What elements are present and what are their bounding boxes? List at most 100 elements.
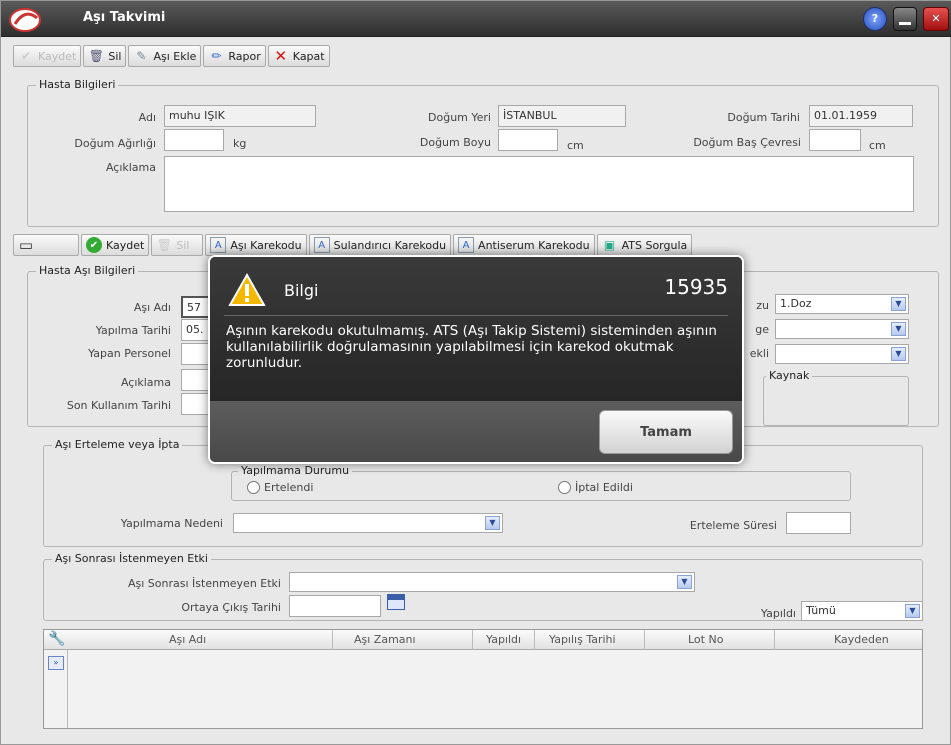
report-button[interactable]: ✏ Rapor: [203, 45, 266, 67]
chevron-down-icon: ▼: [485, 516, 500, 530]
vaccine-description-label: Açıklama: [120, 376, 171, 389]
radio-circle: [247, 481, 260, 494]
add-vaccine-button[interactable]: ✎ Aşı Ekle: [128, 45, 202, 67]
description-label: Açıklama: [105, 161, 156, 174]
expiry-date-label: Son Kullanım Tarihi: [66, 399, 171, 412]
source-legend: Kaynak: [766, 369, 813, 382]
trash-icon: 🗑: [156, 238, 172, 252]
syringe-icon: ✎: [136, 49, 147, 63]
radio-circle: [558, 481, 571, 494]
done-select[interactable]: Tümü ▼: [801, 601, 923, 621]
birthplace-field[interactable]: İSTANBUL: [498, 105, 626, 127]
new-record-button[interactable]: ▭: [13, 234, 79, 256]
reason-label: Yapılmama Nedeni: [120, 517, 223, 530]
name-field[interactable]: muhu IŞIK: [164, 105, 316, 127]
dialog-code: 15935: [664, 275, 728, 299]
chevron-down-icon: ▼: [905, 604, 920, 618]
diluent-barcode-button[interactable]: A Sulandırıcı Karekodu: [308, 234, 452, 256]
birthplace-label: Doğum Yeri: [428, 111, 491, 124]
region-label: ge: [755, 323, 769, 336]
check-icon: ✔: [20, 49, 32, 63]
col-done[interactable]: Yapıldı: [486, 633, 521, 646]
wrench-icon[interactable]: 🔧: [48, 631, 65, 647]
query-icon: ▣: [603, 238, 616, 252]
delete-vaccine-button[interactable]: 🗑 Sil: [151, 234, 204, 256]
onset-date-field[interactable]: [289, 595, 381, 617]
vaccine-grid: 🔧 Aşı Adı Aşı Zamanı Yapıldı Yapılış Tar…: [43, 629, 923, 729]
save-button[interactable]: ✔ Kaydet: [13, 45, 82, 67]
name-label: Adı: [138, 111, 156, 124]
ok-button[interactable]: Tamam: [599, 410, 733, 454]
staff-label: Yapan Personel: [88, 347, 171, 360]
col-lot-no[interactable]: Lot No: [688, 633, 723, 646]
delete-button[interactable]: 🗑 Sil: [83, 45, 127, 67]
postpone-duration-field[interactable]: [786, 512, 851, 534]
dialog-message: Aşının karekodu okutulmamış. ATS (Aşı Ta…: [226, 323, 717, 371]
region-select[interactable]: ▼: [775, 319, 909, 339]
dialog-title: Bilgi: [284, 281, 319, 300]
check-icon: ✔: [86, 237, 102, 253]
grid-row-gutter: [44, 650, 68, 728]
onset-date-label: Ortaya Çıkış Tarihi: [181, 601, 281, 614]
col-done-date[interactable]: Yapılış Tarihi: [549, 633, 616, 646]
postponed-radio[interactable]: Ertelendi: [247, 481, 313, 494]
new-doc-icon: ▭: [18, 236, 34, 254]
antiserum-barcode-button[interactable]: A Antiserum Karekodu: [453, 234, 595, 256]
height-field[interactable]: [498, 129, 558, 151]
main-window: Aşı Takvimi ? ✕ ✔ Kaydet 🗑 Sil ✎ Aşı Ekle ✏…: [0, 0, 951, 745]
pencil-icon: ✏: [211, 49, 222, 63]
postpone-duration-label: Erteleme Süresi: [689, 519, 777, 532]
title-bar: Aşı Takvimi ? ✕: [1, 1, 951, 37]
status-legend: Yapılmama Durumu: [238, 464, 353, 477]
dose-select[interactable]: 1.Doz ▼: [775, 294, 909, 314]
col-vaccine-name[interactable]: Aşı Adı: [169, 633, 206, 646]
col-vaccine-time[interactable]: Aşı Zamanı: [354, 633, 416, 646]
vaccine-barcode-button[interactable]: A Aşı Karekodu: [205, 234, 307, 256]
help-icon[interactable]: ?: [863, 7, 887, 31]
weight-label: Doğum Ağırlığı: [74, 137, 156, 150]
cancelled-radio[interactable]: İptal Edildi: [558, 481, 633, 494]
description-field[interactable]: [164, 156, 914, 212]
trash-icon: 🗑: [88, 49, 104, 63]
save-vaccine-button[interactable]: ✔ Kaydet: [81, 234, 150, 256]
source-group: Kaynak: [763, 369, 909, 426]
app-logo-icon: [9, 8, 41, 32]
adverse-effect-select[interactable]: ▼: [289, 572, 695, 592]
window-title: Aşı Takvimi: [83, 10, 166, 25]
head-circumference-field[interactable]: [809, 129, 861, 151]
adverse-effect-legend: Aşı Sonrası İstenmeyen Etki: [52, 552, 211, 565]
calendar-icon[interactable]: [387, 594, 405, 610]
dose-label: zu: [756, 299, 769, 312]
ats-query-button[interactable]: ▣ ATS Sorgula: [596, 234, 693, 256]
chevron-down-icon: ▼: [677, 575, 692, 589]
method-select[interactable]: ▼: [775, 344, 909, 364]
head-circumference-unit: cm: [869, 139, 886, 152]
vaccine-info-legend: Hasta Aşı Bilgileri: [36, 264, 139, 277]
height-label: Doğum Boyu: [419, 136, 491, 149]
head-circumference-label: Doğum Baş Çevresi: [693, 136, 801, 149]
reason-select[interactable]: ▼: [233, 513, 503, 533]
height-unit: cm: [567, 139, 584, 152]
minimize-icon[interactable]: [893, 7, 917, 31]
vaccination-date-label: Yapılma Tarihi: [95, 324, 171, 337]
weight-unit: kg: [233, 137, 247, 150]
chevron-down-icon: ▼: [891, 322, 906, 336]
barcode-icon: A: [210, 237, 227, 253]
col-recorded-by[interactable]: Kaydeden: [834, 633, 889, 646]
done-label: Yapıldı: [760, 607, 796, 620]
grid-header: 🔧 Aşı Adı Aşı Zamanı Yapıldı Yapılış Tar…: [44, 630, 922, 650]
close-button[interactable]: ✕ Kapat: [267, 45, 330, 67]
close-window-icon[interactable]: ✕: [923, 7, 949, 31]
warning-icon: [228, 273, 266, 306]
patient-info-legend: Hasta Bilgileri: [36, 78, 119, 91]
status-group: Yapılmama Durumu: [231, 464, 851, 501]
chevron-down-icon: ▼: [891, 347, 906, 361]
chevron-down-icon: ▼: [891, 297, 906, 311]
main-toolbar: ✔ Kaydet 🗑 Sil ✎ Aşı Ekle ✏ Rapor ✕ Kapat: [13, 45, 330, 69]
vaccine-name-label: Aşı Adı: [133, 301, 171, 314]
weight-field[interactable]: [164, 129, 224, 151]
close-icon: ✕: [274, 47, 288, 65]
birthdate-field[interactable]: 01.01.1959: [809, 105, 913, 127]
info-dialog: Bilgi 15935 Aşının karekodu okutulmamış.…: [208, 255, 744, 464]
barcode-icon: A: [458, 237, 475, 253]
